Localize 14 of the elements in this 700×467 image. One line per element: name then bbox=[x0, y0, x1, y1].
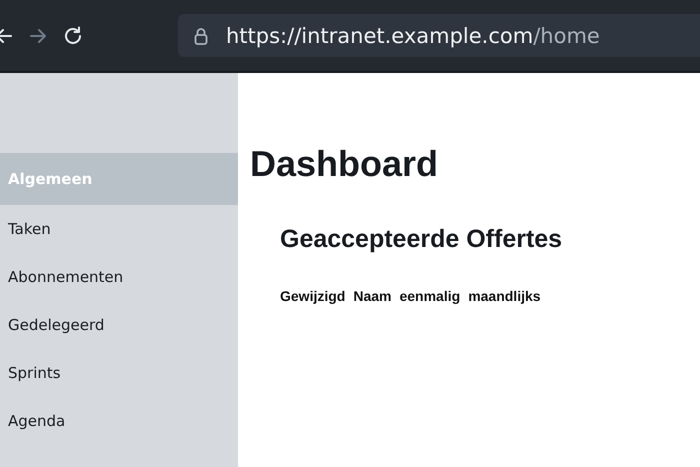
column-header: eenmalig bbox=[399, 288, 460, 304]
address-field[interactable]: https://intranet.example.com/home bbox=[178, 14, 700, 57]
sidebar-item[interactable]: Sprints bbox=[0, 349, 238, 397]
sidebar-item[interactable]: Abonnementen bbox=[0, 253, 238, 301]
page-title: Dashboard bbox=[250, 143, 440, 185]
reload-icon[interactable] bbox=[62, 24, 84, 46]
sidebar-item[interactable]: Taken bbox=[0, 205, 238, 253]
column-header: Naam bbox=[353, 288, 392, 304]
sidebar-item[interactable]: Agenda bbox=[0, 397, 238, 445]
sidebar-item[interactable]: Gedelegeerd bbox=[0, 301, 238, 349]
section-title: Geaccepteerde Offertes bbox=[280, 225, 564, 254]
column-header: maandlijks bbox=[468, 288, 541, 304]
column-header: Gewijzigd bbox=[280, 288, 346, 304]
lock-icon bbox=[194, 26, 208, 44]
